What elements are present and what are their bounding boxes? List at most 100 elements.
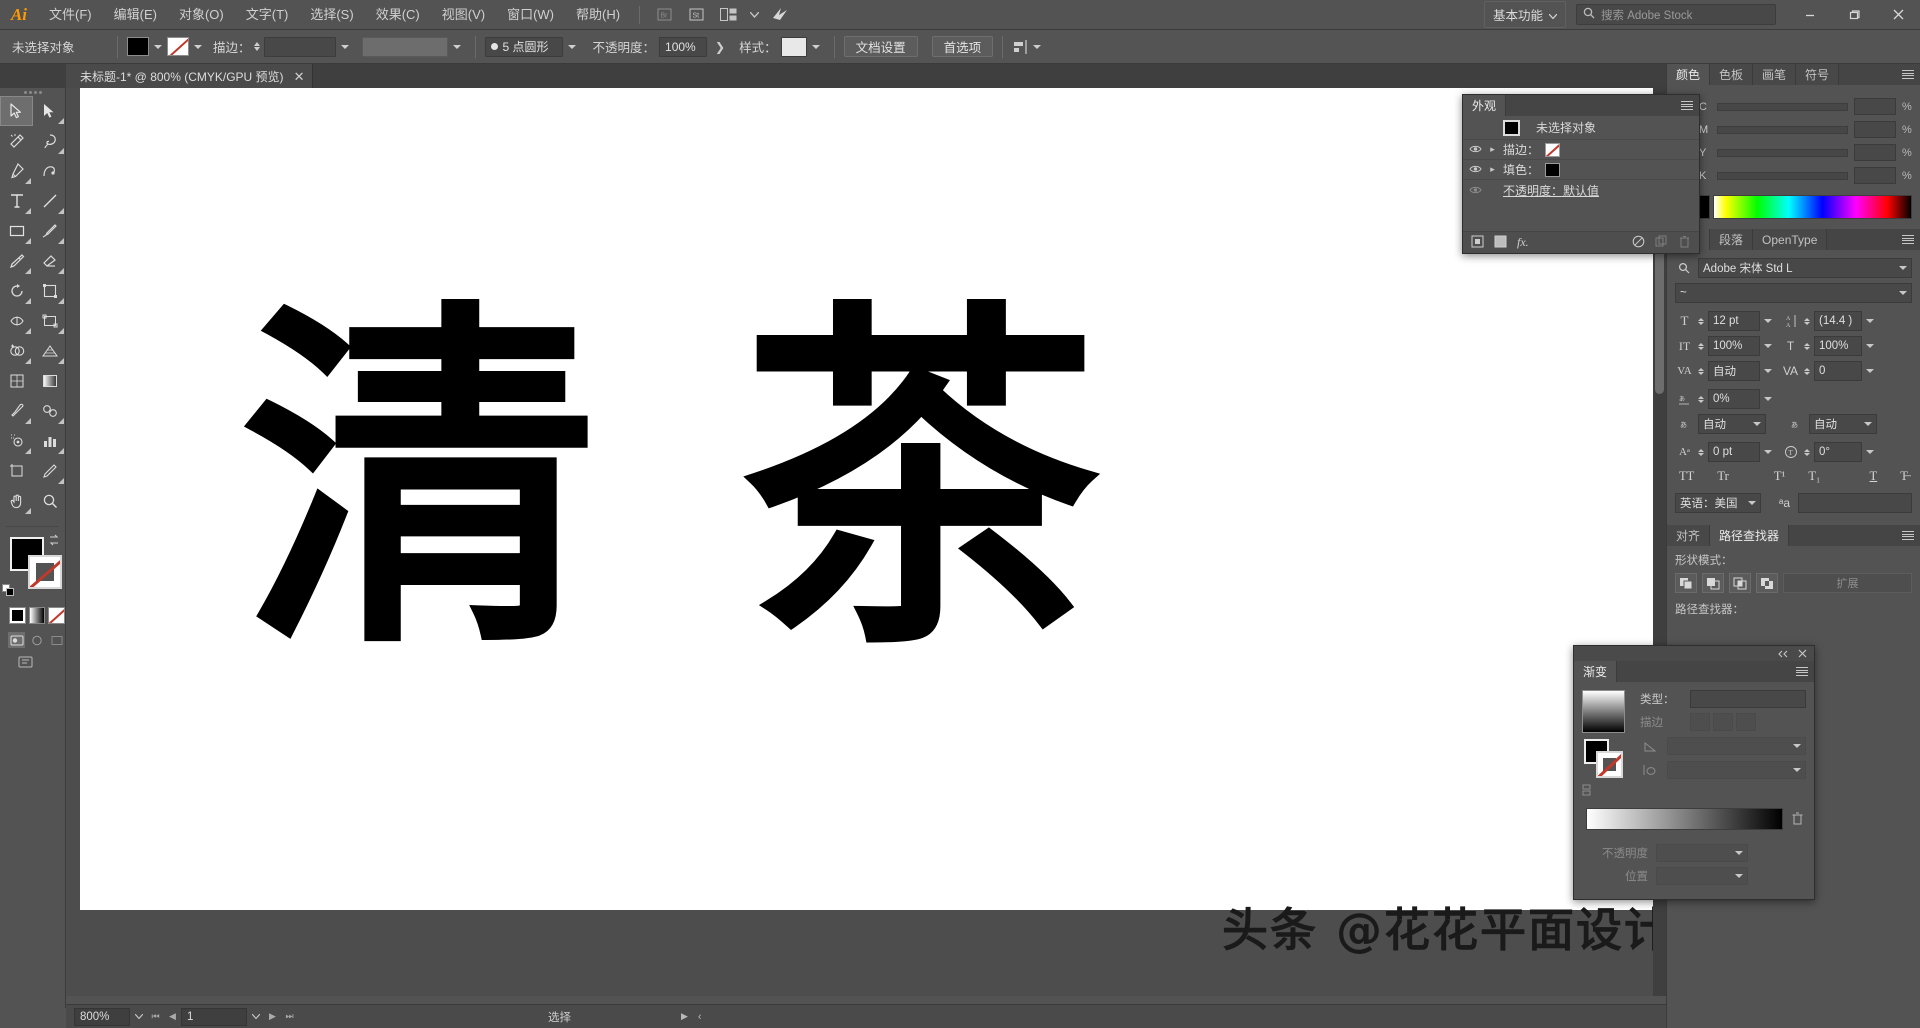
- last-artboard-button[interactable]: ⏭: [281, 1008, 298, 1026]
- paintbrush-tool[interactable]: [33, 216, 66, 246]
- superscript-button[interactable]: T¹: [1774, 469, 1785, 484]
- next-artboard-button[interactable]: ▶: [264, 1008, 281, 1026]
- delete-stop-icon[interactable]: [1791, 811, 1804, 828]
- curvature-tool[interactable]: [33, 156, 66, 186]
- graphic-style-swatch[interactable]: [780, 36, 807, 57]
- preferences-button[interactable]: 首选项: [931, 36, 994, 57]
- mesh-tool[interactable]: [0, 366, 33, 396]
- tab-opentype[interactable]: OpenType: [1753, 229, 1828, 250]
- selection-tool[interactable]: [0, 96, 33, 126]
- rotate-tool[interactable]: [0, 276, 33, 306]
- minus-front-icon[interactable]: [1702, 573, 1724, 593]
- blend-tool[interactable]: [33, 396, 66, 426]
- gradient-stroke-indicator[interactable]: [1596, 751, 1623, 778]
- tab-swatches[interactable]: 色板: [1710, 64, 1754, 85]
- appearance-opacity-label[interactable]: 不透明度：默认值: [1503, 182, 1599, 199]
- add-new-stroke-icon[interactable]: [1471, 235, 1484, 251]
- baseline-shift-dropdown-icon[interactable]: [1764, 450, 1772, 454]
- chevron-down-icon[interactable]: [747, 4, 761, 26]
- document-tab[interactable]: 未标题-1* @ 800% (CMYK/GPU 预览) ✕: [66, 64, 314, 88]
- gradient-panel-menu-icon[interactable]: [1790, 661, 1814, 682]
- direct-selection-tool[interactable]: [33, 96, 66, 126]
- visibility-eye-icon[interactable]: [1469, 143, 1482, 156]
- character-rotation-stepper[interactable]: [1804, 448, 1810, 456]
- bridge-icon[interactable]: Br: [651, 4, 677, 26]
- column-graph-tool[interactable]: [33, 426, 66, 456]
- tracking-input[interactable]: 0: [1814, 361, 1862, 381]
- vertical-scale-dropdown-icon[interactable]: [1764, 344, 1772, 348]
- tsume-dropdown-icon[interactable]: [1764, 397, 1772, 401]
- gradient-type-select[interactable]: [1690, 690, 1806, 708]
- menu-edit[interactable]: 编辑(E): [103, 0, 168, 30]
- swap-fill-stroke-icon[interactable]: [47, 533, 61, 547]
- eraser-tool[interactable]: [33, 246, 66, 276]
- tab-pathfinder[interactable]: 路径查找器: [1710, 525, 1790, 546]
- menu-type[interactable]: 文字(T): [235, 0, 300, 30]
- font-size-input[interactable]: 12 pt: [1708, 311, 1760, 331]
- aki-right-select[interactable]: 自动: [1809, 414, 1877, 434]
- stroke-color-swatch[interactable]: [167, 37, 189, 56]
- stroke-color-indicator[interactable]: [28, 555, 62, 589]
- menu-window[interactable]: 窗口(W): [496, 0, 565, 30]
- shape-builder-tool[interactable]: [0, 336, 33, 366]
- character-rotation-input[interactable]: 0°: [1814, 442, 1862, 462]
- pen-tool[interactable]: [0, 156, 33, 186]
- line-segment-tool[interactable]: [33, 186, 66, 216]
- align-dropdown-icon[interactable]: [1033, 44, 1042, 49]
- symbol-sprayer-tool[interactable]: [0, 426, 33, 456]
- collapse-icon[interactable]: [1778, 647, 1789, 661]
- zoom-dropdown-icon[interactable]: [130, 1008, 147, 1026]
- subscript-button[interactable]: T₁: [1808, 469, 1820, 484]
- channel-input-m[interactable]: [1854, 121, 1896, 138]
- strikethrough-button[interactable]: T̶: [1900, 469, 1908, 484]
- zoom-level-input[interactable]: 800%: [74, 1007, 130, 1026]
- pathfinder-panel-menu-icon[interactable]: [1896, 525, 1920, 546]
- artboard-dropdown-icon[interactable]: [247, 1008, 264, 1026]
- menu-help[interactable]: 帮助(H): [565, 0, 631, 30]
- opacity-input[interactable]: 100%: [659, 36, 708, 57]
- rectangle-tool[interactable]: [0, 216, 33, 246]
- stroke-dropdown-icon[interactable]: [194, 44, 202, 49]
- menu-effect[interactable]: 效果(C): [365, 0, 431, 30]
- gradient-panel-titlebar[interactable]: [1574, 646, 1814, 661]
- expand-button[interactable]: 扩展: [1783, 573, 1912, 593]
- stock-search-field[interactable]: 搜索 Adobe Stock: [1576, 4, 1776, 25]
- panel-grip[interactable]: [0, 88, 65, 96]
- brush-definition-select[interactable]: 5 点圆形: [484, 36, 563, 57]
- canvas-area[interactable]: 清茶 头条 @花花平面设计: [66, 88, 1666, 996]
- style-dropdown-icon[interactable]: [811, 44, 820, 49]
- character-rotation-dropdown-icon[interactable]: [1866, 450, 1874, 454]
- channel-input-y[interactable]: [1854, 144, 1896, 161]
- kerning-stepper[interactable]: [1698, 367, 1704, 375]
- character-panel-menu-icon[interactable]: [1896, 229, 1920, 250]
- opacity-options-icon[interactable]: ❯: [715, 40, 725, 54]
- slice-tool[interactable]: [33, 456, 66, 486]
- gradient-tool[interactable]: [33, 366, 66, 396]
- clear-appearance-icon[interactable]: [1632, 235, 1645, 251]
- stroke-weight-input[interactable]: [263, 36, 336, 57]
- leading-input[interactable]: (14.4 ): [1814, 311, 1862, 331]
- channel-slider-k[interactable]: [1717, 171, 1848, 180]
- channel-input-k[interactable]: [1854, 167, 1896, 184]
- tab-color[interactable]: 颜色: [1667, 64, 1711, 85]
- tab-appearance[interactable]: 外观: [1463, 95, 1507, 116]
- exclude-icon[interactable]: [1756, 573, 1778, 593]
- close-button[interactable]: [1876, 0, 1920, 30]
- behance-icon[interactable]: [767, 4, 793, 26]
- stroke-profile-dropdown-icon[interactable]: [452, 44, 461, 49]
- horizontal-scale-input[interactable]: 100%: [1814, 336, 1862, 356]
- font-size-stepper[interactable]: [1698, 317, 1704, 325]
- color-mode-icon[interactable]: [9, 607, 26, 624]
- kerning-input[interactable]: 自动: [1708, 361, 1760, 381]
- stroke-weight-dropdown-icon[interactable]: [340, 44, 349, 49]
- eyedropper-tool[interactable]: [0, 396, 33, 426]
- artwork-text[interactable]: 清茶: [240, 303, 1240, 663]
- tab-align[interactable]: 对齐: [1667, 525, 1711, 546]
- tsume-input[interactable]: 0%: [1708, 389, 1760, 409]
- brush-dropdown-icon[interactable]: [567, 44, 576, 49]
- visibility-eye-icon[interactable]: [1469, 163, 1482, 176]
- hand-tool[interactable]: [0, 486, 33, 516]
- horizontal-scale-stepper[interactable]: [1804, 342, 1810, 350]
- close-icon[interactable]: ✕: [294, 70, 305, 83]
- tab-brushes[interactable]: 画笔: [1753, 64, 1797, 85]
